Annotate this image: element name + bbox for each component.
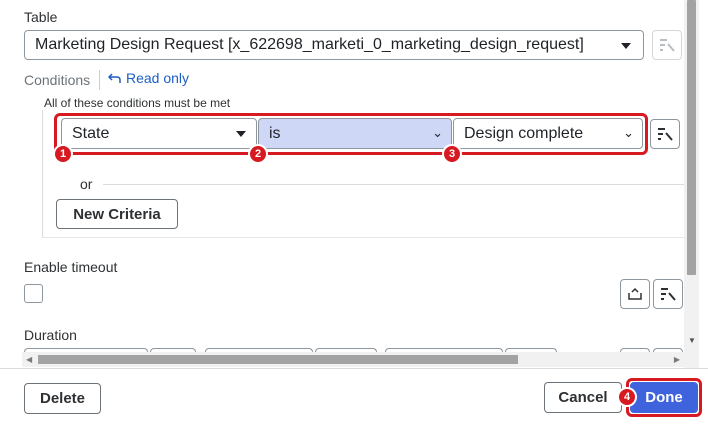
field-select-value: State [72,124,110,142]
done-button[interactable]: Done [630,382,698,413]
value-select[interactable]: Design complete ⌄ [453,118,643,149]
all-conditions-text: All of these conditions must be met [44,96,231,110]
reference-lookup-icon [658,128,673,141]
scroll-right-arrow-icon[interactable]: ▶ [674,355,680,364]
chevron-down-icon: ⌄ [623,125,634,140]
vertical-scroll-thumb[interactable] [687,0,696,275]
horizontal-scrollbar[interactable]: ◀ ▶ [22,352,684,367]
field-select[interactable]: State [61,118,257,149]
vertical-scrollbar[interactable]: ▼ [684,0,699,368]
delete-button[interactable]: Delete [24,383,101,414]
divider [99,70,100,90]
operator-select[interactable]: is ⌄ [258,118,452,149]
table-reference-icon-button[interactable] [652,30,682,60]
dialog-footer: Delete Cancel Done 4 [0,368,708,425]
step-badge-1: 1 [53,144,73,164]
scroll-down-arrow-icon[interactable]: ▼ [688,336,696,345]
step-badge-3: 3 [442,144,462,164]
condition-group-rule [42,110,43,238]
horizontal-scroll-thumb[interactable] [38,355,518,364]
table-select-value: Marketing Design Request [x_622698_marke… [35,36,584,53]
new-criteria-button[interactable]: New Criteria [56,199,178,229]
cancel-button[interactable]: Cancel [544,382,622,413]
or-divider [103,184,684,185]
read-only-text: Read only [126,70,190,86]
duration-label: Duration [24,327,77,343]
enable-timeout-checkbox[interactable] [24,284,43,303]
condition-reference-button[interactable] [650,119,680,149]
script-icon [628,287,642,300]
step-badge-4: 4 [617,387,637,407]
dropdown-caret-icon [236,131,246,137]
section-divider [42,237,684,238]
or-label: or [80,176,93,192]
conditions-label: Conditions [24,72,91,88]
timeout-script-button[interactable] [620,279,650,309]
dialog-body: Table Marketing Design Request [x_622698… [0,0,684,368]
step-badge-2: 2 [248,144,268,164]
enable-timeout-label: Enable timeout [24,259,118,275]
chevron-down-icon: ⌄ [432,125,443,140]
read-only-link[interactable]: Read only [108,70,189,86]
reference-lookup-icon [661,288,676,301]
reference-lookup-icon [660,39,675,52]
scroll-left-arrow-icon[interactable]: ◀ [26,355,32,364]
table-label: Table [24,9,58,25]
operator-select-value: is [269,124,281,142]
condition-builder-dialog: Table Marketing Design Request [x_622698… [0,0,708,425]
value-select-value: Design complete [464,124,584,142]
undo-arrow-icon [108,73,121,83]
table-select[interactable]: Marketing Design Request [x_622698_marke… [24,30,644,60]
timeout-reference-button[interactable] [653,279,683,309]
dropdown-caret-icon [621,43,631,49]
